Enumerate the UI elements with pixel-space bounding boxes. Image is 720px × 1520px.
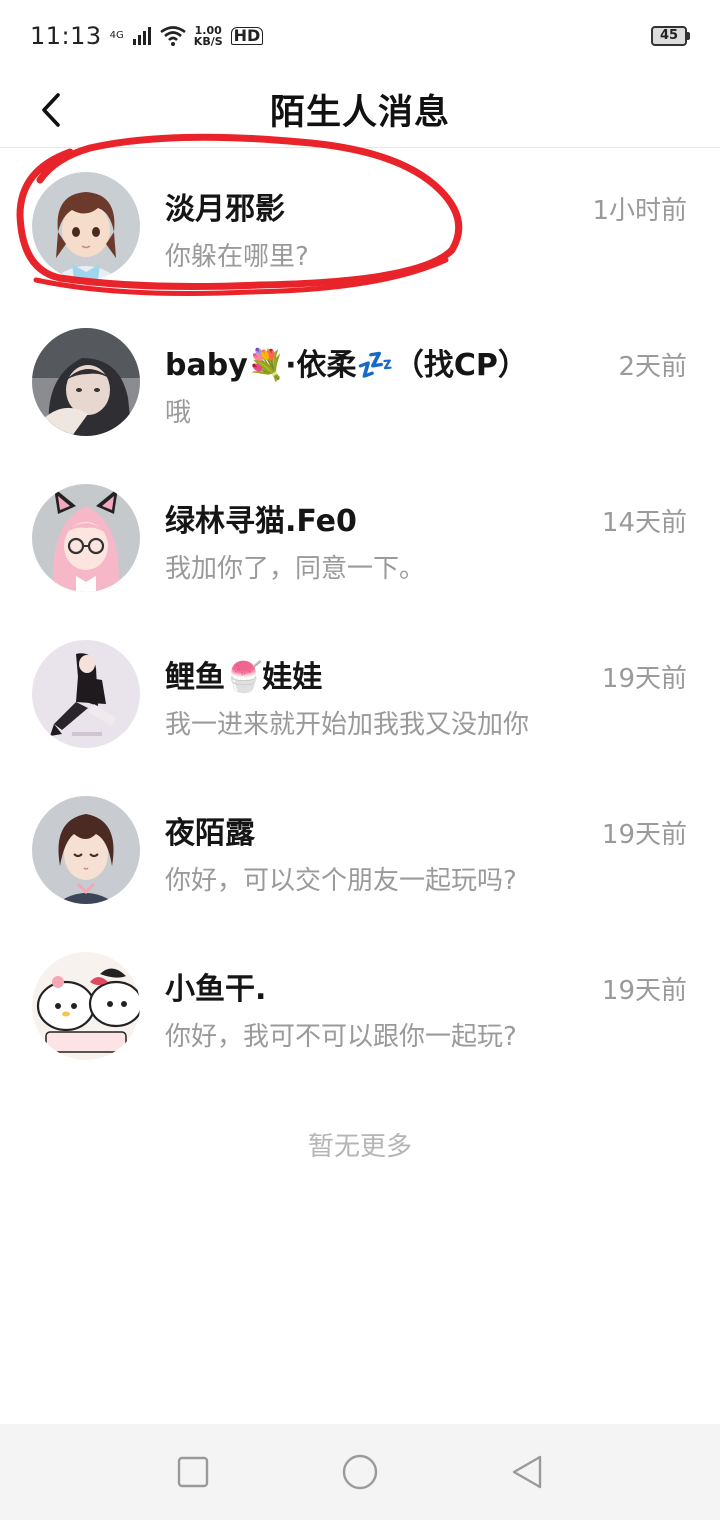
avatar[interactable] — [32, 328, 140, 436]
no-more-text: 暂无更多 — [307, 1132, 412, 1162]
battery-level: 45 — [651, 26, 687, 46]
message-preview: 我一进来就开始加我我又没加你 — [165, 710, 530, 740]
avatar[interactable] — [32, 796, 140, 904]
avatar[interactable] — [32, 640, 140, 748]
status-bar: 11:13 4G 1.00 KB/S HD 45 — [0, 0, 720, 72]
contact-name: 夜陌露 — [165, 816, 255, 851]
avatar-anime-girl-sitting — [32, 640, 140, 748]
recent-apps-button[interactable] — [169, 1448, 217, 1496]
network-indicator: 4G — [110, 31, 124, 41]
signal-icon — [132, 27, 151, 45]
message-time: 19天前 — [601, 664, 687, 694]
hd-badge: HD — [230, 27, 264, 45]
message-time: 2天前 — [618, 352, 687, 382]
message-item-3[interactable]: 绿林寻猫.Fe0 我加你了，同意一下。 14天前 — [0, 462, 720, 618]
battery-tip — [687, 32, 690, 40]
header: 陌生人消息 — [0, 72, 720, 148]
avatar-anime-girl-short-hair — [32, 796, 140, 904]
back-nav-button[interactable] — [503, 1448, 551, 1496]
avatar[interactable] — [32, 484, 140, 592]
avatar-photo-girl — [32, 328, 140, 436]
home-button[interactable] — [336, 1448, 384, 1496]
message-time: 1小时前 — [592, 196, 687, 226]
speed-unit: KB/S — [193, 35, 223, 48]
battery-indicator: 45 — [651, 26, 690, 46]
message-preview: 你躲在哪里? — [165, 242, 309, 272]
avatar-cartoon-cats — [32, 952, 140, 1060]
wifi-icon — [160, 26, 186, 46]
network-type: 4G — [109, 30, 124, 41]
back-button[interactable] — [26, 82, 76, 138]
message-preview: 你好，我可不可以跟你一起玩? — [165, 1022, 517, 1052]
message-preview: 你好，可以交个朋友一起玩吗? — [165, 866, 517, 896]
message-item-4[interactable]: 鲤鱼🍧娃娃 我一进来就开始加我我又没加你 19天前 — [0, 618, 720, 774]
page-title: 陌生人消息 — [269, 93, 450, 133]
avatar-pink-cat-ear-girl — [32, 484, 140, 592]
message-item-1[interactable]: 淡月邪影 你躲在哪里? 1小时前 — [0, 150, 720, 306]
contact-name: 鲤鱼🍧娃娃 — [165, 660, 323, 695]
contact-name: 淡月邪影 — [165, 192, 285, 227]
square-icon — [178, 1456, 209, 1488]
avatar[interactable] — [32, 172, 140, 280]
message-item-6[interactable]: 小鱼干. 你好，我可不可以跟你一起玩? 19天前 — [0, 930, 720, 1086]
message-preview: 我加你了，同意一下。 — [165, 554, 426, 584]
message-item-5[interactable]: 夜陌露 你好，可以交个朋友一起玩吗? 19天前 — [0, 774, 720, 930]
chevron-left-icon — [42, 93, 60, 127]
contact-name: 小鱼干. — [165, 972, 267, 1007]
avatar[interactable] — [32, 952, 140, 1060]
avatar-anime-girl-brown-hair — [32, 172, 140, 280]
message-time: 14天前 — [601, 508, 687, 538]
status-left: 11:13 4G 1.00 KB/S HD — [30, 22, 264, 50]
message-preview: 哦 — [165, 398, 192, 428]
message-time: 19天前 — [601, 976, 687, 1006]
contact-name: 绿林寻猫.Fe0 — [165, 504, 357, 539]
system-nav-bar — [0, 1424, 720, 1520]
contact-name: baby💐·依柔💤（找CP） — [165, 348, 528, 383]
page: 11:13 4G 1.00 KB/S HD 45 陌生人消息 淡月邪影 你躲在哪… — [0, 0, 720, 1520]
message-list: 淡月邪影 你躲在哪里? 1小时前 baby💐·依柔💤（找CP） 哦 2天前 绿林… — [0, 150, 720, 1086]
speed-indicator: 1.00 KB/S — [194, 25, 223, 47]
triangle-back-icon — [512, 1455, 541, 1489]
status-time: 11:13 — [30, 22, 102, 50]
message-time: 19天前 — [601, 820, 687, 850]
circle-icon — [342, 1454, 378, 1490]
message-item-2[interactable]: baby💐·依柔💤（找CP） 哦 2天前 — [0, 306, 720, 462]
